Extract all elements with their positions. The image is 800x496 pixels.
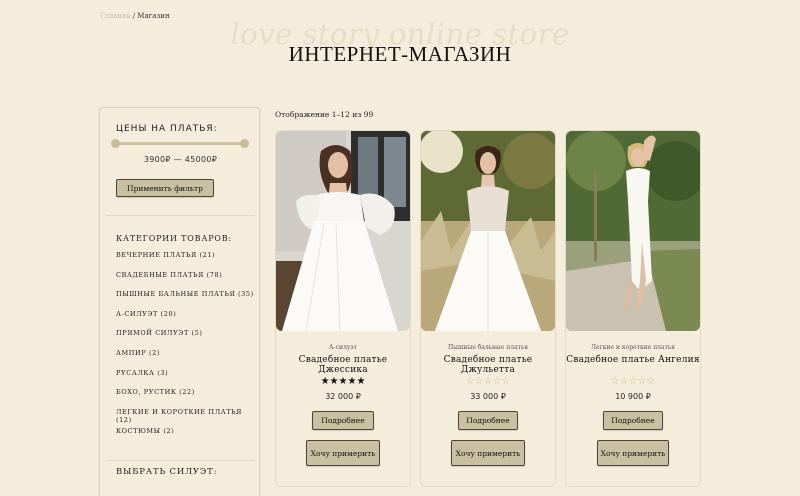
silhouette-heading: ВЫБРАТЬ СИЛУЭТ:: [116, 467, 218, 477]
details-button[interactable]: Подробнее: [603, 411, 663, 430]
price-slider-min-handle[interactable]: [111, 139, 120, 148]
product-price: 10 900 ₽: [615, 392, 651, 401]
product-image[interactable]: [276, 131, 410, 331]
product-image[interactable]: [566, 131, 700, 331]
category-item[interactable]: СВАДЕБНЫЕ ПЛАТЬЯ (78): [116, 271, 259, 291]
product-category: Легкие и короткие платья: [591, 344, 675, 351]
product-category: Пышные бальные платья: [447, 344, 529, 351]
try-on-button[interactable]: Хочу примерить: [451, 440, 525, 466]
product-card: Пышные бальные платья Свадебное платье Д…: [420, 130, 556, 487]
category-item[interactable]: КОСТЮМЫ (2): [116, 427, 259, 447]
category-item[interactable]: ПРЯМОЙ СИЛУЭТ (5): [116, 329, 259, 349]
rating-stars: ☆☆☆☆☆: [610, 376, 656, 387]
product-name[interactable]: Свадебное платье Ангелия: [566, 355, 700, 365]
apply-filter-button[interactable]: Применить фильтр: [116, 179, 214, 197]
product-price: 32 000 ₽: [325, 392, 361, 401]
details-button[interactable]: Подробнее: [458, 411, 518, 430]
product-image[interactable]: [421, 131, 555, 331]
details-button[interactable]: Подробнее: [312, 411, 374, 430]
product-card: А-силуэт Свадебное платье Джессика ★★★★★…: [275, 130, 411, 487]
sidebar-divider: [106, 460, 255, 461]
try-on-button[interactable]: Хочу примерить: [306, 440, 380, 466]
product-name[interactable]: Свадебное платье Джульетта: [421, 355, 555, 375]
sidebar-divider: [106, 215, 255, 216]
price-range-text: 3900₽ — 45000₽: [143, 155, 218, 164]
category-item[interactable]: А-СИЛУЭТ (20): [116, 310, 259, 330]
price-slider-max-handle[interactable]: [240, 139, 249, 148]
category-item[interactable]: РУСАЛКА (3): [116, 369, 259, 389]
product-category: А-силуэт: [329, 344, 357, 351]
product-price: 33 000 ₽: [470, 392, 506, 401]
filter-sidebar: ЦЕНЫ НА ПЛАТЬЯ: 3900₽ — 45000₽ Применить…: [99, 107, 260, 496]
result-count: Отображение 1–12 из 99: [275, 110, 374, 119]
categories-heading: КАТЕГОРИИ ТОВАРОВ:: [116, 234, 232, 243]
product-card: Легкие и короткие платья Свадебное плать…: [565, 130, 701, 487]
category-item[interactable]: ПЫШНЫЕ БАЛЬНЫЕ ПЛАТЬЯ (35): [116, 290, 259, 310]
price-slider-track[interactable]: [111, 139, 249, 148]
page-title: ИНТЕРНЕТ-МАГАЗИН: [288, 42, 512, 66]
category-item[interactable]: БОХО, РУСТИК (22): [116, 388, 259, 408]
rating-stars: ★★★★★: [320, 376, 366, 387]
category-list: ВЕЧЕРНИЕ ПЛАТЬЯ (21) СВАДЕБНЫЕ ПЛАТЬЯ (7…: [116, 251, 259, 447]
try-on-button[interactable]: Хочу примерить: [597, 440, 669, 466]
category-item[interactable]: АМПИР (2): [116, 349, 259, 369]
category-item[interactable]: ВЕЧЕРНИЕ ПЛАТЬЯ (21): [116, 251, 259, 271]
product-name[interactable]: Свадебное платье Джессика: [276, 355, 410, 375]
rating-stars: ☆☆☆☆☆: [465, 376, 511, 387]
category-item[interactable]: ЛЕГКИЕ И КОРОТКИЕ ПЛАТЬЯ (12): [116, 408, 259, 428]
price-filter-heading: ЦЕНЫ НА ПЛАТЬЯ:: [116, 124, 218, 134]
